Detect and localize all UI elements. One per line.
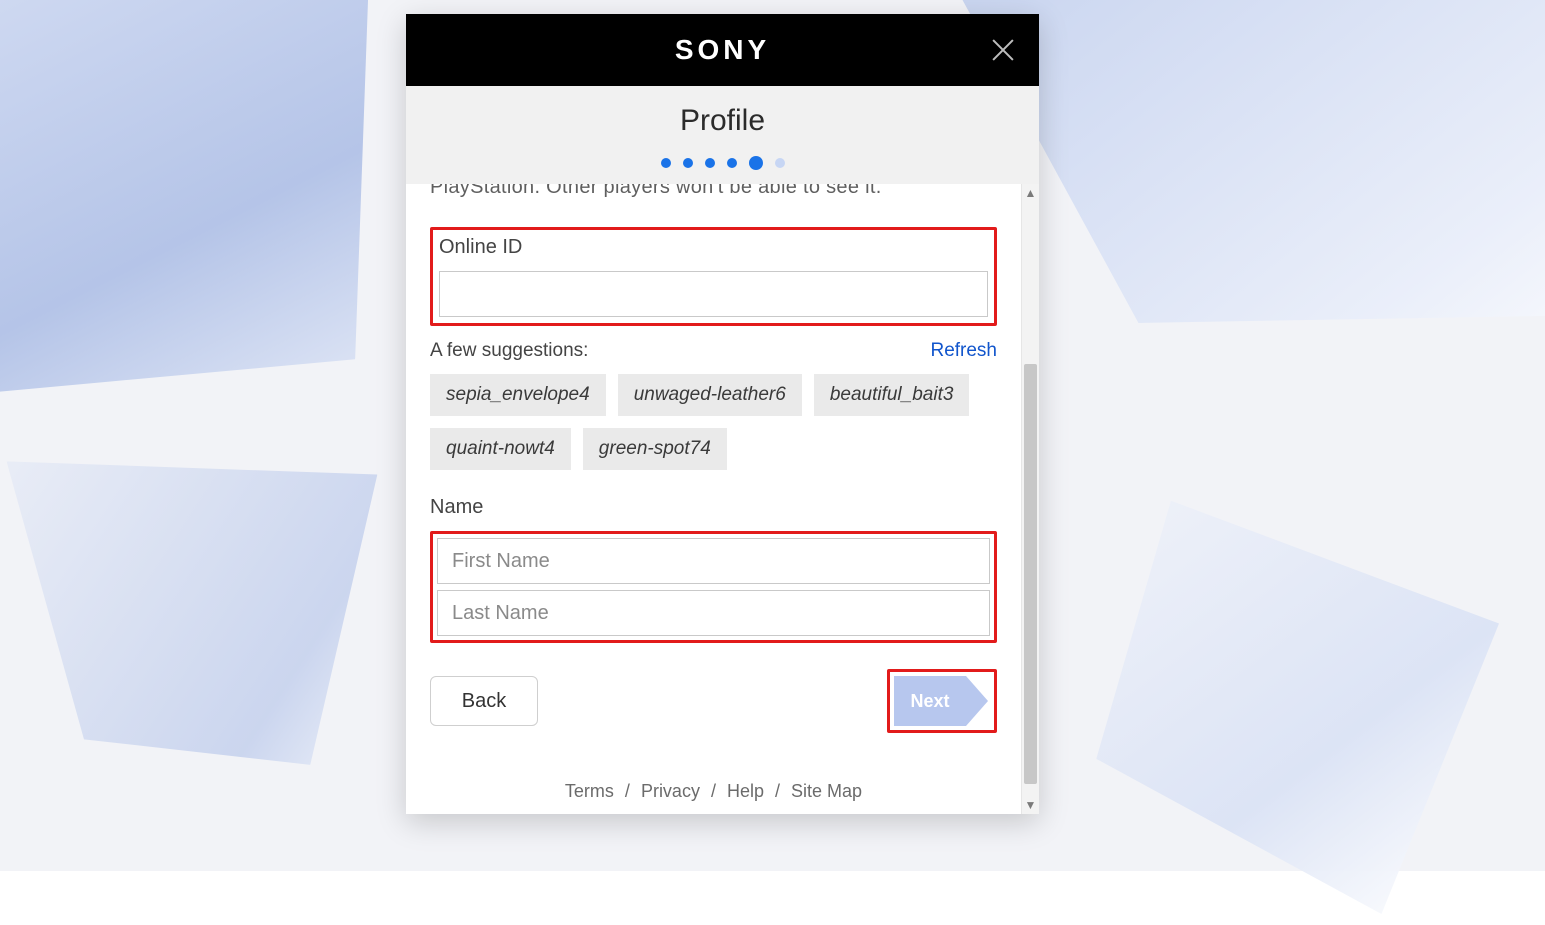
name-highlight [430, 531, 997, 643]
last-name-input[interactable] [437, 590, 990, 636]
next-button[interactable]: Next [894, 676, 966, 726]
step-dot [749, 156, 763, 170]
footer-separator: / [620, 781, 635, 801]
step-dot [727, 158, 737, 168]
close-icon[interactable] [989, 36, 1017, 64]
sony-logo: SONY [675, 34, 770, 66]
online-id-label: Online ID [439, 236, 988, 259]
scroll-thumb[interactable] [1024, 364, 1037, 784]
footer-link[interactable]: Site Map [791, 781, 862, 801]
step-dot [683, 158, 693, 168]
suggestion-chip[interactable]: quaint-nowt4 [430, 428, 571, 470]
refresh-link[interactable]: Refresh [930, 340, 997, 362]
footer-link[interactable]: Privacy [641, 781, 700, 801]
step-dot [775, 158, 785, 168]
modal-header: SONY [406, 14, 1039, 86]
scroll-down-icon[interactable]: ▼ [1022, 796, 1039, 814]
suggestion-chips: sepia_envelope4 unwaged-leather6 beautiful… [430, 374, 997, 470]
back-button[interactable]: Back [430, 676, 538, 726]
suggestion-chip[interactable]: beautiful_bait3 [814, 374, 970, 416]
step-dot [661, 158, 671, 168]
suggestion-chip[interactable]: green-spot74 [583, 428, 727, 470]
suggestion-chip[interactable]: unwaged-leather6 [618, 374, 802, 416]
footer-links: Terms / Privacy / Help / Site Map [430, 781, 997, 806]
next-highlight: Next [887, 669, 997, 733]
footer-separator: / [770, 781, 785, 801]
footer-link[interactable]: Help [727, 781, 764, 801]
stepper [406, 156, 1039, 170]
suggestions-label: A few suggestions: [430, 340, 588, 362]
footer-link[interactable]: Terms [565, 781, 614, 801]
online-id-highlight: Online ID [430, 227, 997, 326]
step-dot [705, 158, 715, 168]
modal-content: PlayStation. Other players won't be able… [406, 184, 1021, 814]
scroll-up-icon[interactable]: ▲ [1022, 184, 1039, 202]
scrollbar[interactable]: ▲ ▼ [1021, 184, 1039, 814]
name-label: Name [430, 496, 997, 519]
partial-visible-text: PlayStation. Other players won't be able… [430, 184, 997, 199]
online-id-input[interactable] [439, 271, 988, 317]
suggestion-chip[interactable]: sepia_envelope4 [430, 374, 606, 416]
first-name-input[interactable] [437, 538, 990, 584]
subheader: Profile [406, 86, 1039, 184]
profile-modal: SONY Profile PlayStation. Other players … [406, 14, 1039, 814]
page-title: Profile [406, 104, 1039, 138]
footer-separator: / [706, 781, 721, 801]
